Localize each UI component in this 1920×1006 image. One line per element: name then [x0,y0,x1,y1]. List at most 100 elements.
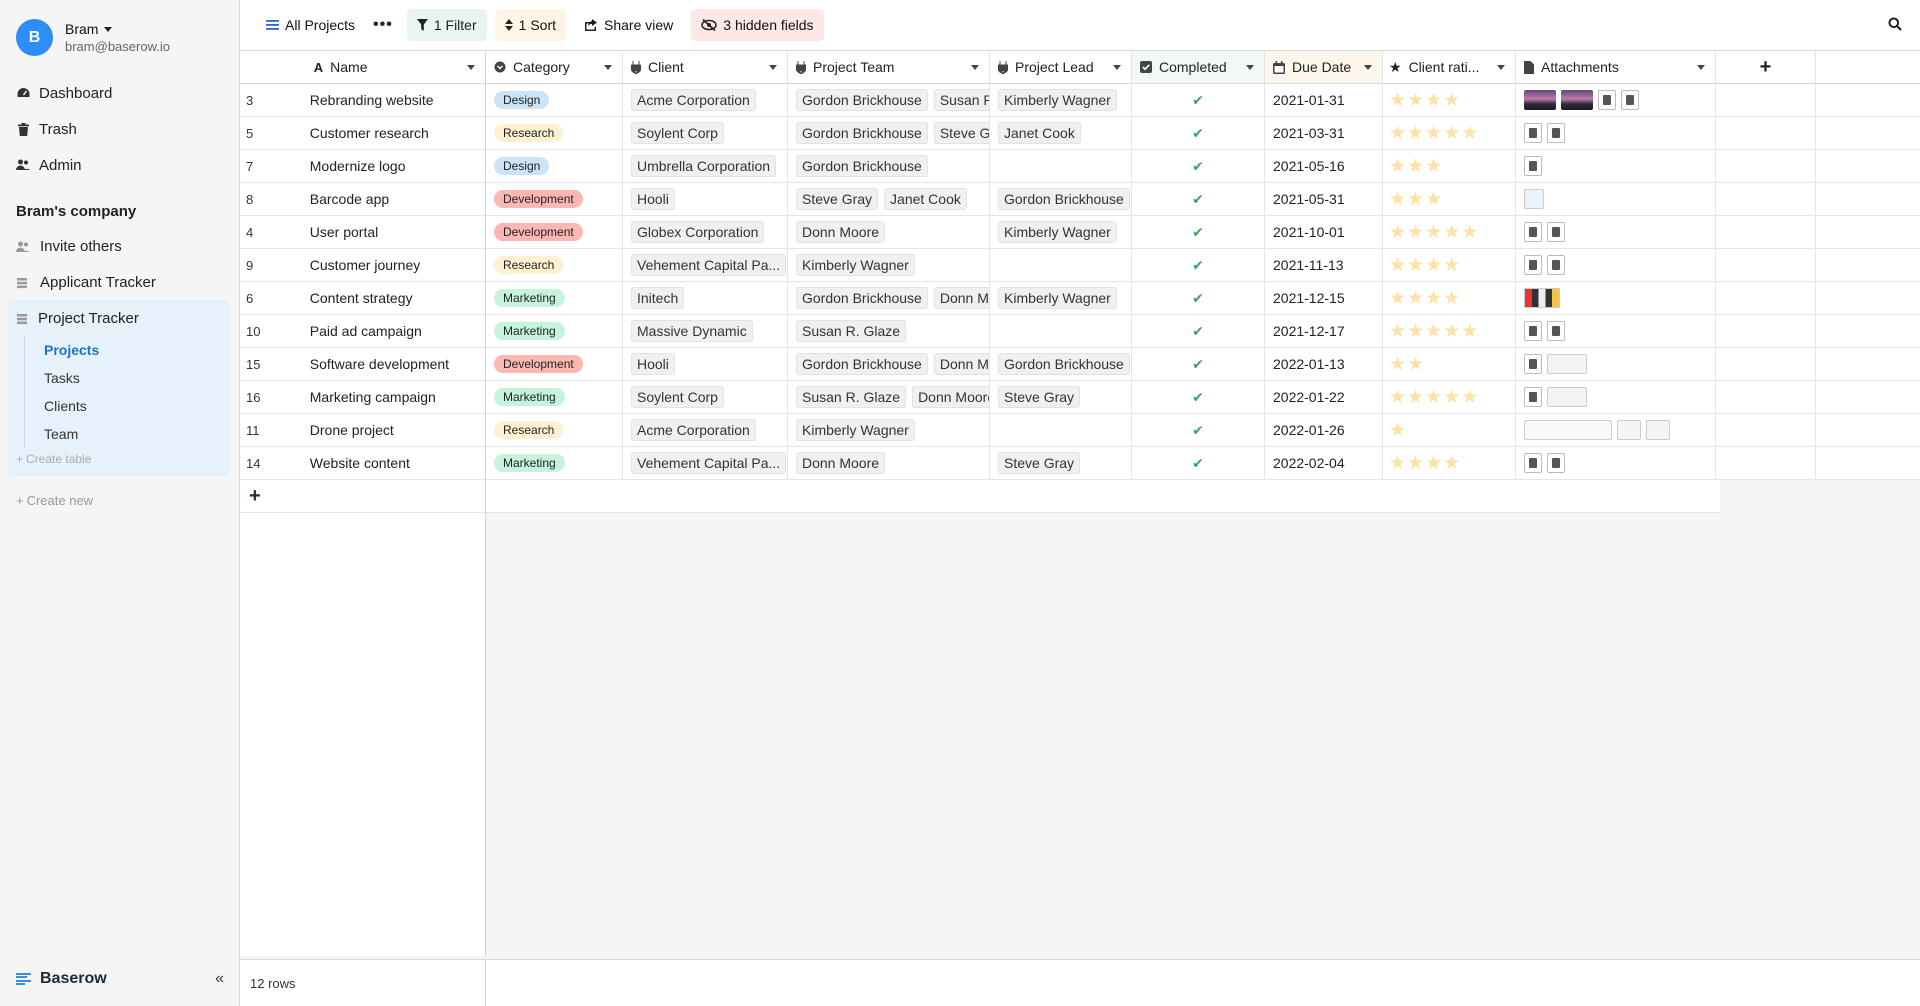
cell-client[interactable]: Globex Corporation [623,216,788,248]
sidebar-item-admin[interactable]: Admin [0,147,239,183]
cell-project-team[interactable]: Kimberly Wagner [788,414,990,446]
chevron-down-icon[interactable] [971,65,979,70]
filter-button[interactable]: 1 Filter [406,9,487,41]
star-icon[interactable]: ★ [1389,322,1406,341]
cell-project-team[interactable]: Susan R. Glaze [788,315,990,347]
cell-attachments[interactable] [1516,381,1716,413]
file-thumbnail[interactable] [1524,222,1542,242]
cell-client-rating[interactable]: ★ ★ [1383,348,1516,380]
table-row[interactable]: Research Acme Corporation Kimberly Wagner ✔… [486,414,1920,447]
cell-completed[interactable]: ✔ [1132,117,1265,149]
cell-name[interactable]: Rebranding website [306,84,485,116]
cell-client[interactable]: Hooli [623,348,788,380]
column-header-client-rating[interactable]: ★ Client rati... [1383,51,1516,83]
file-thumbnail[interactable] [1547,123,1565,143]
cell-completed[interactable]: ✔ [1132,447,1265,479]
star-icon[interactable]: ★ [1443,91,1460,110]
cell-attachments[interactable] [1516,216,1716,248]
column-header-name[interactable]: A Name [306,51,485,83]
cell-due-date[interactable]: 2021-05-16 [1265,150,1383,182]
cell-name[interactable]: Content strategy [306,282,485,314]
cell-project-team[interactable]: Donn Moore [788,447,990,479]
cell-name[interactable]: Software development [306,348,485,380]
table-row[interactable]: 14 Website content [240,447,485,480]
cell-client[interactable]: Hooli [623,183,788,215]
chevron-down-icon[interactable] [1697,65,1705,70]
cell-category[interactable]: Research [486,117,623,149]
cell-project-team[interactable]: Susan R. Glaze Donn Moore [788,381,990,413]
star-icon[interactable]: ★ [1407,124,1424,143]
star-icon[interactable]: ★ [1425,124,1442,143]
sidebar-item-trash[interactable]: Trash [0,111,239,147]
cell-due-date[interactable]: 2022-02-04 [1265,447,1383,479]
table-row[interactable]: Development Hooli Steve Gray Janet Cook Gord… [486,183,1920,216]
cell-project-team[interactable]: Donn Moore [788,216,990,248]
cell-attachments[interactable] [1516,84,1716,116]
cell-project-lead[interactable]: Gordon Brickhouse [990,183,1132,215]
cell-completed[interactable]: ✔ [1132,84,1265,116]
cell-project-lead[interactable]: Kimberly Wagner [990,216,1132,248]
cell-project-lead[interactable] [990,150,1132,182]
cell-due-date[interactable]: 2022-01-22 [1265,381,1383,413]
star-icon[interactable]: ★ [1443,289,1460,308]
chevron-down-icon[interactable] [1113,65,1121,70]
cell-due-date[interactable]: 2021-10-01 [1265,216,1383,248]
column-header-project-team[interactable]: Project Team [788,51,990,83]
cell-client-rating[interactable]: ★ ★ ★ ★ ★ [1383,117,1516,149]
star-icon[interactable]: ★ [1407,454,1424,473]
cell-name[interactable]: User portal [306,216,485,248]
workspace-title[interactable]: Bram's company [0,183,239,228]
star-icon[interactable]: ★ [1461,322,1478,341]
cell-project-lead[interactable] [990,249,1132,281]
star-icon[interactable]: ★ [1443,454,1460,473]
cell-client-rating[interactable]: ★ ★ ★ ★ [1383,84,1516,116]
star-icon[interactable]: ★ [1389,454,1406,473]
cell-name[interactable]: Paid ad campaign [306,315,485,347]
star-icon[interactable]: ★ [1407,289,1424,308]
share-view-button[interactable]: Share view [574,9,683,41]
cell-client[interactable]: Soylent Corp [623,381,788,413]
chevron-down-icon[interactable] [1497,65,1505,70]
cell-attachments[interactable] [1516,348,1716,380]
image-thumbnail[interactable] [1547,354,1587,374]
file-thumbnail[interactable] [1524,354,1542,374]
cell-client[interactable]: Vehement Capital Pa... [623,447,788,479]
file-thumbnail[interactable] [1524,387,1542,407]
star-icon[interactable]: ★ [1389,256,1406,275]
cell-category[interactable]: Development [486,216,623,248]
star-icon[interactable]: ★ [1461,388,1478,407]
table-row[interactable]: Research Vehement Capital Pa... Kimberly W… [486,249,1920,282]
chevron-down-icon[interactable] [769,65,777,70]
table-row[interactable]: Marketing Initech Gordon BrickhouseDonn Mc… [486,282,1920,315]
cell-project-lead[interactable]: Steve Gray [990,447,1132,479]
user-info[interactable]: Bram bram@baserow.io [65,21,170,55]
cell-completed[interactable]: ✔ [1132,216,1265,248]
cell-attachments[interactable] [1516,282,1716,314]
star-icon[interactable]: ★ [1443,256,1460,275]
star-icon[interactable]: ★ [1425,388,1442,407]
cell-completed[interactable]: ✔ [1132,315,1265,347]
column-header-category[interactable]: Category [486,51,623,83]
column-header-due-date[interactable]: Due Date [1265,51,1383,83]
cell-client[interactable]: Initech [623,282,788,314]
star-icon[interactable]: ★ [1389,157,1406,176]
star-icon[interactable]: ★ [1443,124,1460,143]
chevron-down-icon[interactable] [1246,65,1254,70]
table-row[interactable]: Research Soylent Corp Gordon Brickhouse Ste… [486,117,1920,150]
star-icon[interactable]: ★ [1425,322,1442,341]
column-header-attachments[interactable]: Attachments [1516,51,1716,83]
star-icon[interactable]: ★ [1389,355,1406,374]
cell-attachments[interactable] [1516,414,1716,446]
cell-project-team[interactable]: Gordon BrickhouseDonn Mc [788,282,990,314]
cell-category[interactable]: Research [486,249,623,281]
view-options-icon[interactable]: ••• [373,16,393,34]
cell-due-date[interactable]: 2021-03-31 [1265,117,1383,149]
image-thumbnail[interactable] [1524,90,1556,110]
image-thumbnail[interactable] [1547,387,1587,407]
file-thumbnail[interactable] [1547,255,1565,275]
avatar[interactable]: B [16,19,53,56]
column-header-project-lead[interactable]: Project Lead [990,51,1132,83]
cell-category[interactable]: Development [486,348,623,380]
cell-completed[interactable]: ✔ [1132,348,1265,380]
cell-client[interactable]: Vehement Capital Pa... [623,249,788,281]
